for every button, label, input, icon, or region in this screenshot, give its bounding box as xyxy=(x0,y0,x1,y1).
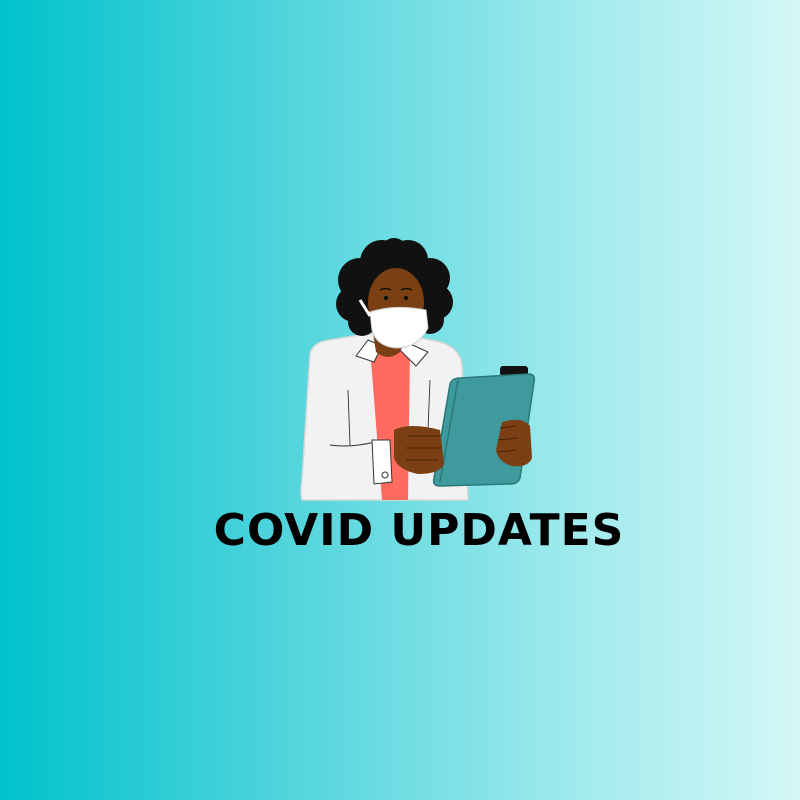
right-eye xyxy=(403,295,409,301)
healthcare-worker-illustration xyxy=(290,230,550,510)
left-hand xyxy=(394,426,444,474)
cuff-button xyxy=(381,471,389,479)
healthcare-worker-with-clipboard-icon xyxy=(300,238,536,501)
left-eye xyxy=(383,295,389,301)
poster-canvas: COVID UPDATES xyxy=(0,0,800,800)
poster-title: COVID UPDATES xyxy=(213,505,625,556)
coat-cuff xyxy=(371,439,393,485)
